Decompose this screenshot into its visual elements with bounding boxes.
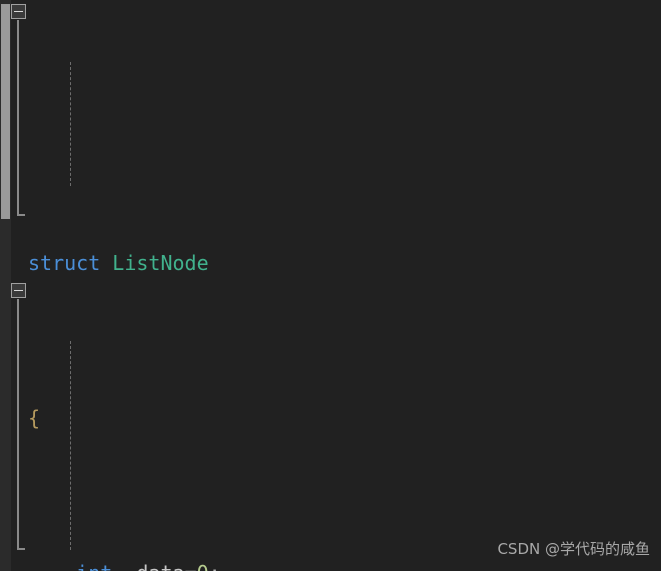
code-editor[interactable]: struct ListNode { int _data=0; shared_pt… xyxy=(0,0,661,571)
token-type-listnode: ListNode xyxy=(112,251,209,275)
vertical-scrollbar-track[interactable] xyxy=(0,0,11,571)
csdn-watermark: CSDN @学代码的咸鱼 xyxy=(497,540,650,558)
fold-bracket-main xyxy=(17,299,19,550)
code-line[interactable]: { xyxy=(28,403,661,434)
fold-bracket-foot-main xyxy=(17,548,25,550)
fold-bracket-foot-struct-listnode xyxy=(17,214,25,216)
fold-gutter[interactable] xyxy=(11,0,28,571)
code-line[interactable]: int _data=0; xyxy=(28,558,661,571)
code-line[interactable]: struct ListNode xyxy=(28,248,661,279)
fold-bracket-struct-listnode xyxy=(17,20,19,216)
token-keyword-int: int xyxy=(76,561,112,571)
token-var-data: _data xyxy=(124,561,184,571)
vertical-scrollbar-thumb[interactable] xyxy=(1,4,10,219)
fold-toggle-struct-listnode[interactable] xyxy=(11,4,26,19)
token-number-zero: 0 xyxy=(197,561,209,571)
token-semicolon: ; xyxy=(209,561,221,571)
indent-guide-main xyxy=(70,341,71,550)
code-surface[interactable]: struct ListNode { int _data=0; shared_pt… xyxy=(28,0,661,571)
token-keyword-struct: struct xyxy=(28,251,101,275)
fold-toggle-main[interactable] xyxy=(11,283,26,298)
token-lbrace: { xyxy=(28,406,41,430)
indent-guide-struct xyxy=(70,62,71,186)
token-op-assign: = xyxy=(185,561,197,571)
